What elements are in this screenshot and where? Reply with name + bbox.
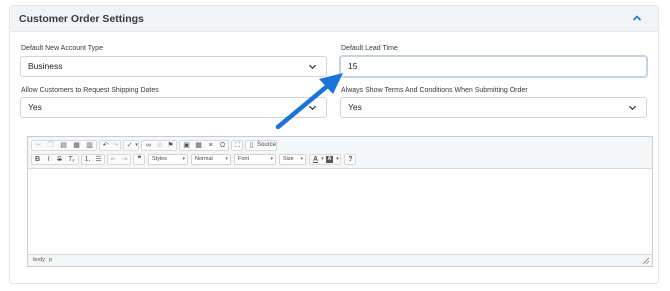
editor-content-area[interactable] xyxy=(28,169,652,255)
insert-group: ▣ ▦ ≡ Ω xyxy=(179,140,229,151)
remove-format-icon[interactable]: Tₓ xyxy=(67,155,76,164)
shipping-dates-label: Allow Customers to Request Shipping Date… xyxy=(21,87,159,94)
account-type-label: Default New Account Type xyxy=(21,45,103,52)
panel-title: Customer Order Settings xyxy=(19,13,144,25)
redo-icon[interactable]: ↷ xyxy=(111,141,120,150)
maximize-group: ⛶ xyxy=(231,140,243,151)
unlink-icon[interactable]: ⊘ xyxy=(155,141,164,150)
clipboard-group: ✂ ❐ ▤ ▦ ▥ xyxy=(31,140,97,151)
italic-icon[interactable]: I xyxy=(44,155,53,164)
chevron-down-icon xyxy=(308,105,317,111)
editor-toolbar: ✂ ❐ ▤ ▦ ▥ ↶ ↷ ✓ ▾ ∞ ⊘ ⚑ ▣ ▦ ≡ Ω ⛶ ▯ Sour… xyxy=(28,137,652,169)
editor-statusbar: body p xyxy=(28,254,652,266)
maximize-icon[interactable]: ⛶ xyxy=(233,141,242,150)
lead-time-label: Default Lead Time xyxy=(341,45,398,52)
rich-text-editor: ✂ ❐ ▤ ▦ ▥ ↶ ↷ ✓ ▾ ∞ ⊘ ⚑ ▣ ▦ ≡ Ω ⛶ ▯ Sour… xyxy=(27,136,653,267)
source-label: Source xyxy=(257,142,277,148)
cut-icon[interactable]: ✂ xyxy=(34,141,43,150)
table-icon[interactable]: ▦ xyxy=(194,141,203,150)
path-body[interactable]: body xyxy=(33,257,45,263)
outdent-icon[interactable]: ⇤ xyxy=(109,155,118,164)
source-icon: ▯ xyxy=(249,142,254,149)
indent-group: ⇤ ⇥ xyxy=(107,154,131,165)
list-group: ⒈ ☰ xyxy=(81,154,105,165)
chevron-down-icon: ▾ xyxy=(300,156,303,162)
bulleted-list-icon[interactable]: ☰ xyxy=(94,155,103,164)
format-label: Normal xyxy=(195,156,213,162)
paste-text-icon[interactable]: ▦ xyxy=(72,141,81,150)
lead-time-value: 15 xyxy=(348,61,358,71)
basic-styles-group: B I S Tₓ xyxy=(31,154,79,165)
chevron-down-icon xyxy=(628,105,637,111)
paste-word-icon[interactable]: ▥ xyxy=(85,141,94,150)
font-dropdown[interactable]: Font ▾ xyxy=(234,154,276,165)
size-label: Size xyxy=(283,156,294,162)
chevron-down-icon xyxy=(308,64,317,70)
strikethrough-icon[interactable]: S xyxy=(55,155,64,164)
chevron-down-icon: ▾ xyxy=(225,156,228,162)
link-group: ∞ ⊘ ⚑ xyxy=(141,140,177,151)
chevron-down-icon: ▾ xyxy=(270,156,273,162)
terms-select[interactable]: Yes xyxy=(340,97,647,118)
horizontal-line-icon[interactable]: ≡ xyxy=(206,141,215,150)
help-icon[interactable]: ? xyxy=(346,155,355,164)
terms-value: Yes xyxy=(348,102,362,112)
undo-group: ↶ ↷ xyxy=(99,140,121,151)
spellcheck-group: ✓ ▾ xyxy=(123,140,139,151)
image-icon[interactable]: ▣ xyxy=(182,141,191,150)
source-button[interactable]: ▯ Source xyxy=(245,140,277,151)
special-char-icon[interactable]: Ω xyxy=(218,141,227,150)
account-type-value: Business xyxy=(28,61,63,71)
blockquote-icon[interactable]: ❞ xyxy=(135,155,144,164)
format-dropdown[interactable]: Normal ▾ xyxy=(191,154,231,165)
account-type-select[interactable]: Business xyxy=(20,56,327,77)
styles-dropdown[interactable]: Styles ▾ xyxy=(148,154,188,165)
lead-time-input[interactable]: 15 xyxy=(339,55,648,78)
indent-icon[interactable]: ⇥ xyxy=(120,155,129,164)
blockquote-group: ❞ xyxy=(133,154,145,165)
shipping-dates-value: Yes xyxy=(28,102,42,112)
shipping-dates-select[interactable]: Yes xyxy=(20,97,327,118)
resize-handle-icon[interactable] xyxy=(643,258,649,264)
undo-icon[interactable]: ↶ xyxy=(101,141,110,150)
chevron-down-icon[interactable]: ▾ xyxy=(132,141,141,150)
chevron-up-icon[interactable] xyxy=(631,12,643,24)
font-label: Font xyxy=(238,156,250,162)
help-group: ? xyxy=(344,154,356,165)
numbered-list-icon[interactable]: ⒈ xyxy=(83,155,92,164)
bold-icon[interactable]: B xyxy=(33,155,42,164)
chevron-down-icon: ▾ xyxy=(182,156,185,162)
styles-label: Styles xyxy=(152,156,167,162)
terms-label: Always Show Terms And Conditions When Su… xyxy=(341,87,528,94)
background-color-icon[interactable]: A xyxy=(326,156,333,163)
chevron-down-icon[interactable]: ▾ xyxy=(333,155,342,164)
anchor-flag-icon[interactable]: ⚑ xyxy=(166,141,175,150)
copy-icon[interactable]: ❐ xyxy=(46,141,55,150)
color-group: A ▾ A ▾ xyxy=(309,154,341,165)
path-p[interactable]: p xyxy=(49,257,52,263)
size-dropdown[interactable]: Size ▾ xyxy=(279,154,306,165)
paste-icon[interactable]: ▤ xyxy=(59,141,68,150)
link-icon[interactable]: ∞ xyxy=(144,141,153,150)
panel-header[interactable]: Customer Order Settings xyxy=(10,6,658,32)
